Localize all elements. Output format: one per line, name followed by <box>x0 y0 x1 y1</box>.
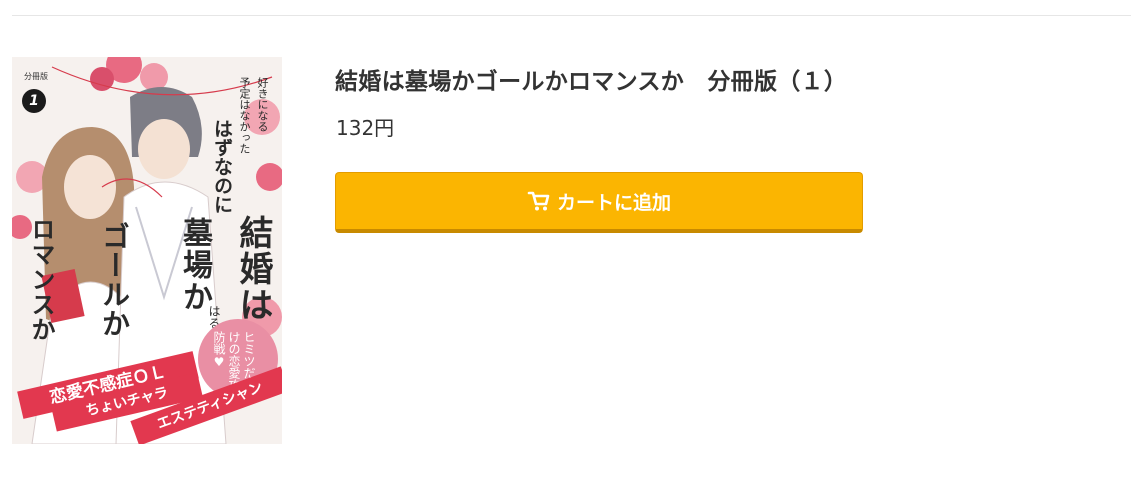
cover-title-line: 結婚は <box>233 215 273 323</box>
cover-volume-badge: 1 <box>22 89 46 113</box>
cover-tagline: はずなのに <box>211 119 233 214</box>
cover-title-line: ゴールか <box>98 222 131 338</box>
top-divider <box>12 15 1131 16</box>
add-to-cart-button[interactable]: カートに追加 <box>335 172 863 233</box>
cover-tagline: 予定はなかった <box>238 77 251 154</box>
book-cover[interactable]: 分冊版 1 好きになる 予定はなかった はずなのに 結婚は 墓場か ゴールか ロ… <box>12 57 282 444</box>
product-price: 132円 <box>336 116 395 140</box>
cover-title-line: 墓場か <box>177 217 212 313</box>
cover-volume-label: 分冊版 <box>24 72 48 81</box>
cover-title-line: ロマンスか <box>27 217 56 342</box>
add-to-cart-label: カートに追加 <box>556 191 671 214</box>
product-title: 結婚は墓場かゴールかロマンスか 分冊版（１） <box>335 69 848 95</box>
cart-icon <box>527 189 551 213</box>
cover-tagline: 好きになる <box>256 77 269 132</box>
